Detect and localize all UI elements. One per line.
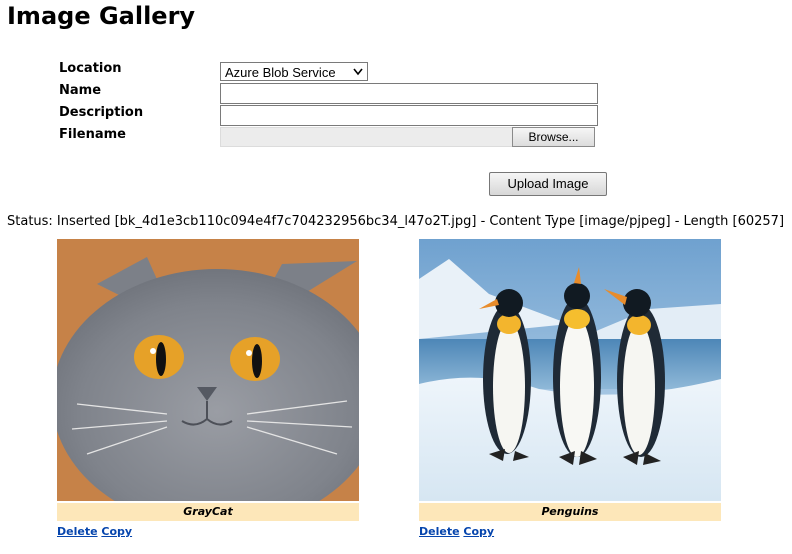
status-message: Status: Inserted [bk_4d1e3cb110c094e4f7c… <box>7 214 785 229</box>
page-title: Image Gallery <box>7 2 196 30</box>
penguins-image[interactable] <box>419 239 721 501</box>
graycat-image[interactable] <box>57 239 359 501</box>
image-caption: GrayCat <box>57 503 359 521</box>
location-select-value: Azure Blob Service <box>225 65 336 80</box>
browse-button[interactable]: Browse... <box>512 127 595 147</box>
chevron-down-icon <box>353 68 363 76</box>
name-label: Name <box>59 83 102 98</box>
upload-image-button[interactable]: Upload Image <box>489 172 607 196</box>
image-caption: Penguins <box>419 503 721 521</box>
description-input[interactable] <box>220 105 598 126</box>
location-select[interactable]: Azure Blob Service <box>220 62 368 81</box>
delete-link[interactable]: Delete <box>419 525 460 538</box>
item-actions: Delete Copy <box>419 525 721 538</box>
item-actions: Delete Copy <box>57 525 359 538</box>
filename-field[interactable]: Browse... <box>220 127 595 147</box>
copy-link[interactable]: Copy <box>463 525 494 538</box>
description-label: Description <box>59 105 144 120</box>
name-input[interactable] <box>220 83 598 104</box>
copy-link[interactable]: Copy <box>101 525 132 538</box>
gallery-item: GrayCat Delete Copy <box>57 239 359 538</box>
filename-label: Filename <box>59 127 126 142</box>
gallery-item: Penguins Delete Copy <box>419 239 721 538</box>
delete-link[interactable]: Delete <box>57 525 98 538</box>
location-label: Location <box>59 61 122 76</box>
